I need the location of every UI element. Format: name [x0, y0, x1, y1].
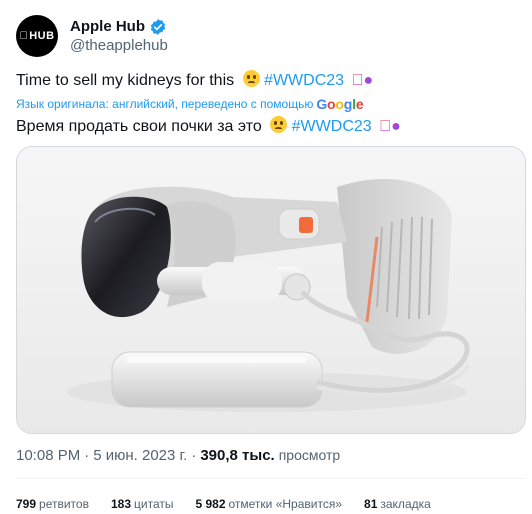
- tweet-text-original: Time to sell my kidneys for this #WWDC23…: [16, 70, 373, 91]
- engagement-stats: 799 ретвитов 183 цитаты 5 982 отметки «Нрав…: [16, 497, 453, 511]
- apple-hashflag-icon: ●: [352, 71, 374, 91]
- view-count: 390,8 тыс.: [200, 447, 275, 464]
- translation-note[interactable]: Язык оригинала: английский, переведено с…: [16, 96, 364, 112]
- tweet-meta: 10:08 PM · 5 июн. 2023 г. · 390,8 тыс. п…: [16, 447, 341, 464]
- stat-likes[interactable]: 5 982 отметки «Нравится»: [195, 497, 342, 511]
- hashtag-link[interactable]: #WWDC23: [292, 118, 372, 135]
- tweet-date[interactable]: 5 июн. 2023 г.: [93, 447, 187, 464]
- tweet-header:  HUB Apple Hub @theapplehub: [16, 14, 168, 58]
- google-logo-icon: Google: [316, 96, 364, 112]
- upside-down-face-emoji-icon: [270, 116, 288, 133]
- author-handle[interactable]: @theapplehub: [70, 36, 168, 55]
- vision-pro-headset-image: [17, 147, 525, 433]
- author-name[interactable]: Apple Hub: [70, 17, 145, 36]
- view-count-label: просмотр: [278, 447, 341, 463]
- tweet-time[interactable]: 10:08 PM: [16, 447, 80, 464]
- avatar[interactable]:  HUB: [16, 15, 58, 57]
- stat-retweets[interactable]: 799 ретвитов: [16, 497, 89, 511]
- verified-badge-icon: [150, 18, 166, 35]
- stat-bookmarks[interactable]: 81 закладка: [364, 497, 431, 511]
- author-names: Apple Hub @theapplehub: [70, 17, 168, 55]
- upside-down-face-emoji-icon: [242, 70, 260, 87]
- tweet-media-image[interactable]: [16, 146, 526, 434]
- hashtag-link[interactable]: #WWDC23: [264, 72, 344, 89]
- avatar-text: HUB: [24, 30, 54, 42]
- divider: [16, 478, 526, 479]
- apple-hashflag-icon: ●: [379, 117, 401, 137]
- stat-quotes[interactable]: 183 цитаты: [111, 497, 174, 511]
- apple-logo-icon: : [19, 30, 28, 42]
- tweet-text-translated: Время продать свои почки за это #WWDC23 …: [16, 116, 401, 137]
